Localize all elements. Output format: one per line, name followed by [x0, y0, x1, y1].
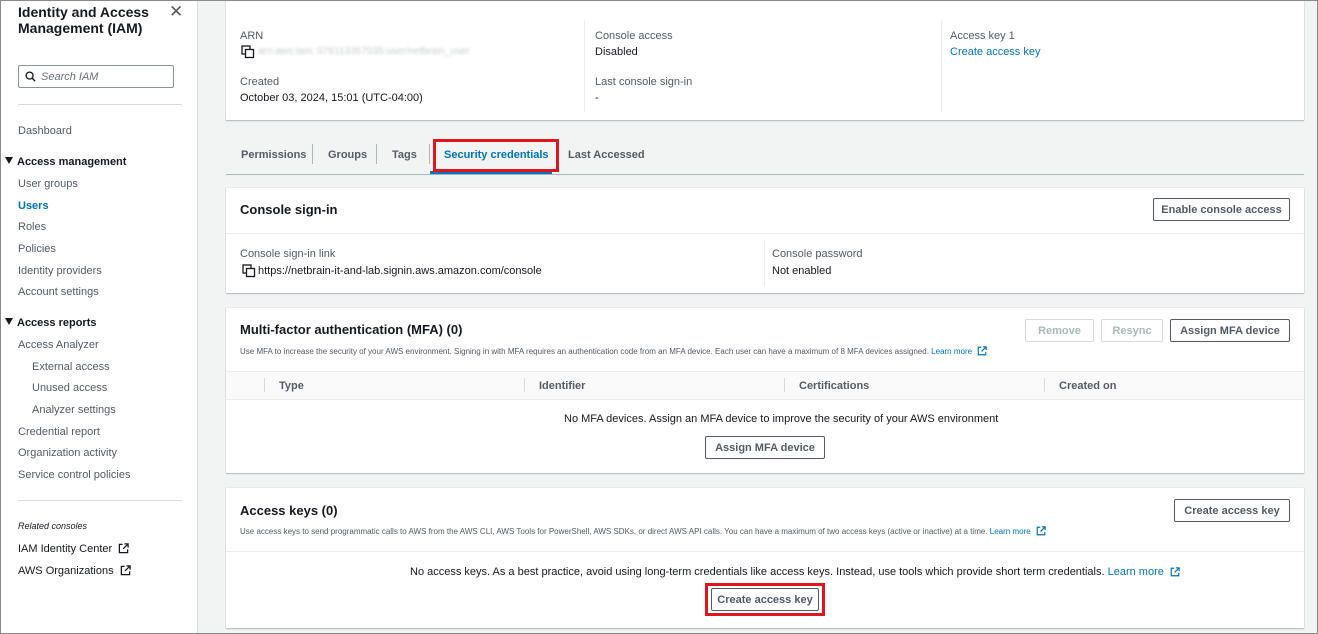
mfa-empty-message: No MFA devices. Assign an MFA device to … — [564, 413, 999, 425]
sidebar-item-aws-organizations[interactable]: AWS Organizations — [18, 565, 131, 577]
external-link-icon[interactable] — [1036, 526, 1046, 536]
sidebar-item-external-access[interactable]: External access — [32, 361, 110, 373]
mfa-description-text: Use MFA to increase the security of your… — [240, 347, 929, 356]
related-label: AWS Organizations — [18, 565, 114, 577]
sidebar-item-analyzer-settings[interactable]: Analyzer settings — [32, 404, 116, 416]
arn-label: ARN — [240, 30, 264, 42]
section-label: Access management — [17, 156, 127, 168]
sidebar-item-account-settings[interactable]: Account settings — [18, 286, 99, 298]
column-created-on[interactable]: Created on — [1059, 380, 1116, 392]
sidebar-divider — [18, 104, 182, 105]
last-signin-value: - — [595, 92, 599, 104]
console-access-value: Disabled — [595, 46, 638, 58]
search-icon — [25, 71, 36, 82]
copy-icon[interactable] — [241, 45, 255, 59]
sidebar-item-roles[interactable]: Roles — [18, 221, 46, 233]
sidebar-item-access-analyzer[interactable]: Access Analyzer — [18, 339, 99, 351]
related-label: IAM Identity Center — [18, 543, 113, 555]
sidebar-item-organization-activity[interactable]: Organization activity — [18, 447, 117, 459]
section-label: Access reports — [17, 317, 97, 329]
tab-separator — [376, 144, 377, 164]
external-link-icon — [118, 543, 129, 554]
create-access-key-button[interactable]: Create access key — [711, 588, 819, 611]
mfa-title: Multi-factor authentication (MFA) (0) — [240, 322, 463, 337]
access-keys-empty-text: No access keys. As a best practice, avoi… — [410, 566, 1105, 578]
access-keys-empty-message: No access keys. As a best practice, avoi… — [410, 566, 1180, 578]
column-separator — [524, 378, 525, 392]
assign-mfa-device-button[interactable]: Assign MFA device — [1170, 319, 1290, 342]
column-type[interactable]: Type — [279, 380, 304, 392]
sidebar-item-credential-report[interactable]: Credential report — [18, 426, 100, 438]
column-identifier[interactable]: Identifier — [539, 380, 585, 392]
resync-mfa-button[interactable]: Resync — [1101, 319, 1163, 342]
tabs-baseline — [226, 174, 1304, 175]
console-password-label: Console password — [772, 248, 863, 260]
sidebar-item-identity-providers[interactable]: Identity providers — [18, 265, 102, 277]
sidebar-item-policies[interactable]: Policies — [18, 243, 56, 255]
created-label: Created — [240, 76, 280, 88]
copy-icon[interactable] — [242, 264, 256, 278]
active-tab-indicator — [430, 171, 552, 174]
sidebar-divider — [18, 500, 182, 501]
external-link-icon — [120, 565, 131, 576]
tab-last-accessed[interactable]: Last Accessed — [568, 149, 645, 161]
sidebar-item-service-control-policies[interactable]: Service control policies — [18, 469, 131, 481]
console-signin-link-value: https://netbrain-it-and-lab.signin.aws.a… — [258, 265, 542, 277]
external-link-icon[interactable] — [1170, 567, 1180, 577]
caret-down-icon — [5, 318, 13, 325]
mfa-table-header — [226, 371, 1304, 400]
sidebar-item-iam-identity-center[interactable]: IAM Identity Center — [18, 543, 129, 555]
console-signin-link-label: Console sign-in link — [240, 248, 336, 260]
last-signin-label: Last console sign-in — [595, 76, 693, 88]
sidebar-item-user-groups[interactable]: User groups — [18, 178, 78, 190]
access-keys-learn-more-link[interactable]: Learn more — [990, 527, 1031, 536]
close-icon[interactable]: ✕ — [169, 3, 183, 20]
card-divider — [764, 240, 765, 286]
tab-security-credentials[interactable]: Security credentials — [444, 149, 549, 161]
search-input[interactable] — [41, 70, 161, 83]
tab-separator — [429, 144, 430, 164]
search-box[interactable] — [18, 65, 174, 88]
external-link-icon[interactable] — [977, 346, 988, 356]
access-keys-title: Access keys (0) — [240, 503, 338, 518]
caret-down-icon — [5, 157, 13, 164]
column-separator — [1044, 378, 1045, 392]
sidebar-section-access-management[interactable]: Access management — [5, 156, 126, 168]
mfa-description: Use MFA to increase the security of your… — [240, 346, 988, 356]
sidebar-item-unused-access[interactable]: Unused access — [32, 382, 107, 394]
remove-mfa-button[interactable]: Remove — [1025, 319, 1094, 342]
column-certifications[interactable]: Certifications — [799, 380, 869, 392]
sidebar-item-dashboard[interactable]: Dashboard — [18, 125, 72, 137]
arn-value: arn:aws:iam::076113357035:user/netbrain_… — [258, 46, 470, 57]
sidebar: Identity and Access Management (IAM) ✕ D… — [0, 0, 198, 634]
access-key-label: Access key 1 — [950, 30, 1015, 42]
console-password-value: Not enabled — [772, 265, 832, 277]
card-divider — [226, 233, 1304, 234]
sidebar-item-users[interactable]: Users — [18, 200, 49, 212]
console-signin-title: Console sign-in — [240, 202, 338, 217]
create-access-key-link[interactable]: Create access key — [950, 46, 1040, 58]
tab-groups[interactable]: Groups — [328, 149, 367, 161]
created-value: October 03, 2024, 15:01 (UTC-04:00) — [240, 92, 423, 104]
related-consoles-heading: Related consoles — [18, 521, 88, 531]
sidebar-title: Identity and Access Management (IAM) — [18, 4, 149, 36]
assign-mfa-device-button[interactable]: Assign MFA device — [705, 436, 825, 459]
column-separator — [264, 378, 265, 392]
console-access-label: Console access — [595, 30, 673, 42]
tab-permissions[interactable]: Permissions — [241, 149, 306, 161]
column-separator — [784, 378, 785, 392]
tab-tags[interactable]: Tags — [392, 149, 417, 161]
console-signin-card — [226, 188, 1304, 293]
sidebar-section-access-reports[interactable]: Access reports — [5, 317, 97, 329]
summary-divider — [941, 20, 942, 112]
create-access-key-button[interactable]: Create access key — [1174, 499, 1290, 522]
access-keys-description: Use access keys to send programmatic cal… — [240, 526, 1046, 536]
tab-separator — [312, 144, 313, 164]
enable-console-access-button[interactable]: Enable console access — [1153, 198, 1290, 221]
access-keys-description-text: Use access keys to send programmatic cal… — [240, 527, 988, 536]
summary-divider — [584, 20, 585, 112]
card-divider — [226, 551, 1304, 552]
mfa-learn-more-link[interactable]: Learn more — [931, 347, 972, 356]
access-keys-empty-learn-more-link[interactable]: Learn more — [1108, 566, 1164, 578]
